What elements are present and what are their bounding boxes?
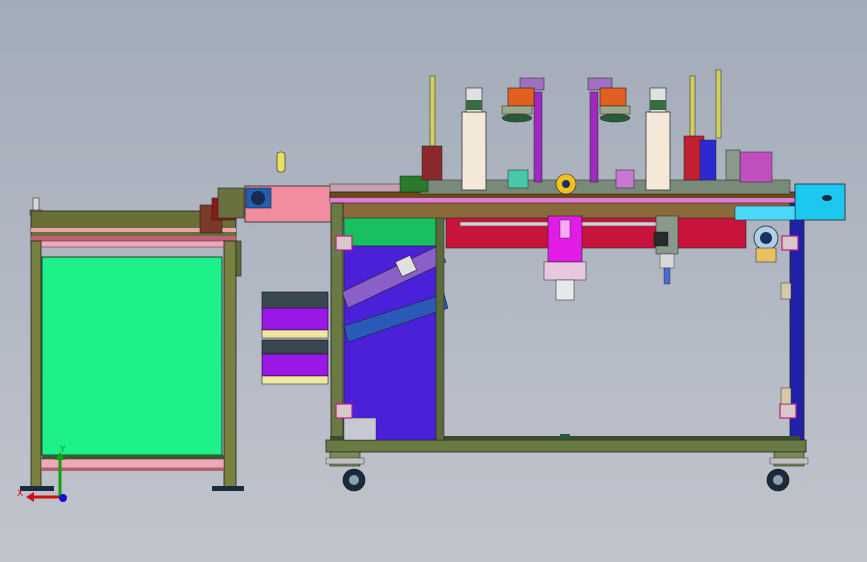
feeder-sensor xyxy=(276,151,286,173)
cad-viewport[interactable]: X Y xyxy=(0,0,867,562)
axis-y-label: Y xyxy=(59,445,66,455)
drawer-lower xyxy=(261,353,329,377)
workstation-assembly xyxy=(399,69,791,195)
bracket-left-top xyxy=(335,235,353,251)
cabinet-right-post xyxy=(223,240,237,489)
right-actuator-column xyxy=(645,111,671,191)
bracket-left-bottom xyxy=(335,403,353,419)
center-magenta-unit xyxy=(543,215,587,301)
bracket-right-top xyxy=(781,235,799,251)
left-cylinder xyxy=(429,75,436,147)
table-base-rail xyxy=(325,439,807,453)
drawer-upper xyxy=(261,307,329,331)
bracket-right-bottom xyxy=(779,403,797,419)
drawer-stack xyxy=(261,291,329,385)
axis-x-label: X xyxy=(17,489,23,499)
left-actuator-column xyxy=(461,111,487,191)
cabinet-green-panel xyxy=(41,256,223,456)
caster-right xyxy=(766,451,810,492)
left-cabinet xyxy=(20,197,244,491)
right-cylinder-a xyxy=(689,75,696,137)
cabinet-foot-right xyxy=(212,486,244,491)
right-cylinder-b xyxy=(715,69,722,139)
cabinet-left-post xyxy=(30,240,42,489)
cyan-terminal-box xyxy=(794,183,846,221)
caster-left xyxy=(325,451,366,492)
right-gripper-unit xyxy=(653,215,679,285)
machine-drawing: X Y xyxy=(17,69,846,502)
cabinet-foot-left xyxy=(20,486,54,491)
axis-z-marker xyxy=(59,494,67,502)
main-table-frame xyxy=(325,183,846,453)
